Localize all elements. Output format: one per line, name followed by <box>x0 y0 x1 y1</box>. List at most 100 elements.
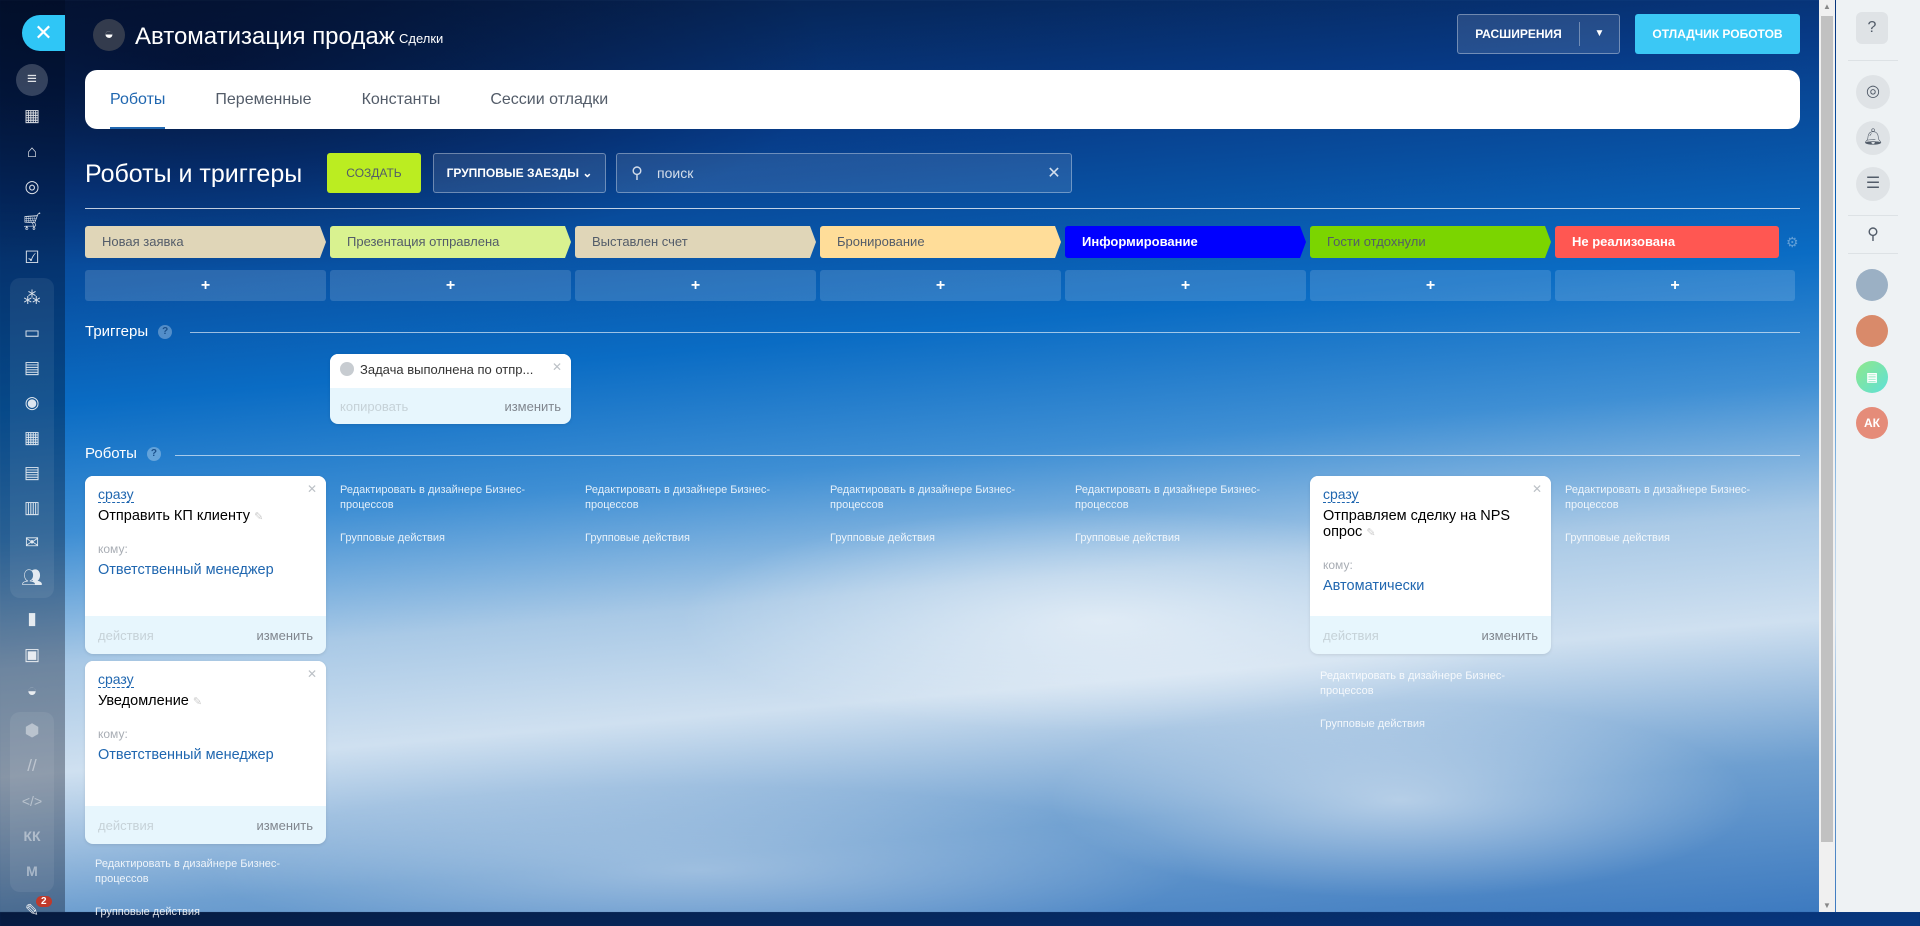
robot-timing-link[interactable]: сразу <box>98 671 134 688</box>
scroll-down-icon[interactable]: ▼ <box>1823 901 1831 910</box>
store-icon[interactable]: ⌂ <box>14 137 50 167</box>
slashes-icon[interactable]: // <box>14 751 50 781</box>
close-icon[interactable]: ✕ <box>1532 482 1542 496</box>
edit-in-designer-link[interactable]: Редактировать в дизайнере Бизнес-процесс… <box>830 483 1030 513</box>
add-robot-button[interactable]: + <box>330 270 571 301</box>
calendar-tasks-icon[interactable]: ▦ <box>14 101 50 131</box>
edit-link[interactable]: изменить <box>256 818 313 833</box>
stage-column-header[interactable]: Информирование <box>1065 226 1306 258</box>
users-icon[interactable]: 👥︎ <box>14 563 50 593</box>
app-kk[interactable]: КК <box>14 821 50 851</box>
add-robot-button[interactable]: + <box>1555 270 1795 301</box>
create-button[interactable]: СОЗДАТЬ <box>327 153 421 193</box>
chart-icon[interactable]: ▮ <box>14 604 50 634</box>
close-slider-button[interactable]: ✕ <box>22 15 65 51</box>
stage-column-header[interactable]: Новая заявка <box>85 226 326 258</box>
add-robot-button[interactable]: + <box>85 270 326 301</box>
mail-icon[interactable]: ✉ <box>14 528 50 558</box>
close-icon[interactable]: ✕ <box>552 360 562 374</box>
funnel-icon[interactable]: ≡ <box>16 64 48 96</box>
help-icon[interactable]: ? <box>146 446 161 461</box>
tab-debug-sessions[interactable]: Сессии отладки <box>490 70 608 129</box>
stage-column-header[interactable]: Бронирование <box>820 226 1061 258</box>
tab-constants[interactable]: Константы <box>362 70 441 129</box>
add-robot-button[interactable]: + <box>820 270 1061 301</box>
search-input[interactable] <box>657 165 1037 181</box>
inbox-icon[interactable]: ▥ <box>14 493 50 523</box>
avatar-initials[interactable]: АК <box>1856 407 1888 439</box>
robot-card[interactable]: ✕ сразу Отправить КП клиенту ✎ кому: Отв… <box>85 476 326 654</box>
stage-column-header[interactable]: Выставлен счет <box>575 226 816 258</box>
extensions-button[interactable]: РАСШИРЕНИЯ ▼ <box>1457 14 1620 54</box>
app-m[interactable]: М <box>14 856 50 886</box>
pencil-icon[interactable]: ✎ <box>1366 527 1375 539</box>
window-icon[interactable]: ▭ <box>14 318 50 348</box>
code-icon[interactable]: </> <box>14 786 50 816</box>
stage-column-header[interactable]: Не реализована <box>1555 226 1779 258</box>
group-actions-link[interactable]: Групповые действия <box>1320 717 1520 732</box>
pencil-icon[interactable]: ✎ <box>254 511 263 523</box>
help-icon[interactable]: ? <box>158 324 173 339</box>
search-icon[interactable]: ⚲ <box>1856 218 1890 252</box>
scroll-up-icon[interactable]: ▲ <box>1823 2 1831 11</box>
target-icon[interactable]: ◎ <box>14 172 50 202</box>
avatar[interactable] <box>1856 269 1888 301</box>
edit-link[interactable]: изменить <box>504 399 561 414</box>
messages-icon[interactable]: ☰ <box>1856 167 1890 201</box>
close-icon[interactable]: ✕ <box>307 667 317 681</box>
edit-in-designer-link[interactable]: Редактировать в дизайнере Бизнес-процесс… <box>1075 483 1275 513</box>
close-icon[interactable]: ✕ <box>307 482 317 496</box>
clear-search-icon[interactable]: ✕ <box>1037 163 1071 183</box>
copy-link[interactable]: копировать <box>340 399 408 414</box>
tab-variables[interactable]: Переменные <box>215 70 311 129</box>
edit-in-designer-link[interactable]: Редактировать в дизайнере Бизнес-процесс… <box>585 483 785 513</box>
group-actions-link[interactable]: Групповые действия <box>1565 531 1765 546</box>
robot-card[interactable]: ✕ сразу Отправляем сделку на NPS опрос ✎… <box>1310 476 1551 654</box>
actions-link[interactable]: действия <box>98 628 154 643</box>
edit-in-designer-link[interactable]: Редактировать в дизайнере Бизнес-процесс… <box>1320 669 1520 699</box>
news-app-icon[interactable]: ▤ <box>1856 361 1888 393</box>
actions-link[interactable]: действия <box>98 818 154 833</box>
gear-icon[interactable]: ⚙ <box>1786 234 1799 251</box>
edit-in-designer-link[interactable]: Редактировать в дизайнере Бизнес-процесс… <box>95 857 295 887</box>
robot-icon[interactable]: ◒ <box>14 676 50 706</box>
stage-column-header[interactable]: Гости отдохнули <box>1310 226 1551 258</box>
chat-icon[interactable]: ▤ <box>14 353 50 383</box>
calendar-icon[interactable]: ▦ <box>14 423 50 453</box>
document-icon[interactable]: ▤ <box>14 458 50 488</box>
group-actions-link[interactable]: Групповые действия <box>95 905 295 920</box>
edit-in-designer-link[interactable]: Редактировать в дизайнере Бизнес-процесс… <box>340 483 540 513</box>
avatar[interactable] <box>1856 315 1888 347</box>
add-robot-button[interactable]: + <box>575 270 816 301</box>
robot-timing-link[interactable]: сразу <box>1323 486 1359 503</box>
group-actions-link[interactable]: Групповые действия <box>585 531 785 546</box>
box-icon[interactable]: ⬢ <box>14 716 50 746</box>
pencil-icon[interactable]: ✎ <box>193 696 202 708</box>
group-runs-button[interactable]: ГРУППОВЫЕ ЗАЕЗДЫ ⌄ <box>433 153 606 193</box>
scrollbar[interactable]: ▲ ▼ <box>1819 0 1835 912</box>
group-actions-link[interactable]: Групповые действия <box>1075 531 1275 546</box>
group-actions-link[interactable]: Групповые действия <box>340 531 540 546</box>
robot-debugger-button[interactable]: ОТЛАДЧИК РОБОТОВ <box>1635 14 1800 54</box>
add-robot-button[interactable]: + <box>1310 270 1551 301</box>
chevron-down-icon[interactable]: ▼ <box>1579 22 1619 46</box>
contact-card-icon[interactable]: ▣ <box>14 640 50 670</box>
group-actions-link[interactable]: Групповые действия <box>830 531 1030 546</box>
trigger-card[interactable]: Задача выполнена по отпр... ✕ копировать… <box>330 354 571 424</box>
checklist-icon[interactable]: ☑ <box>14 243 50 273</box>
bell-icon[interactable]: 🔔︎ <box>1856 121 1890 155</box>
robot-card[interactable]: ✕ сразу Уведомление ✎ кому: Ответственны… <box>85 661 326 844</box>
robot-timing-link[interactable]: сразу <box>98 486 134 503</box>
scrollbar-thumb[interactable] <box>1821 16 1833 842</box>
edit-in-designer-link[interactable]: Редактировать в дизайнере Бизнес-процесс… <box>1565 483 1765 513</box>
stage-column-header[interactable]: Презентация отправлена <box>330 226 571 258</box>
help-icon[interactable]: ? <box>1856 12 1888 44</box>
tab-robots[interactable]: Роботы <box>110 70 166 129</box>
copilot-icon[interactable]: ◎ <box>1856 75 1890 109</box>
edit-link[interactable]: изменить <box>256 628 313 643</box>
actions-link[interactable]: действия <box>1323 628 1379 643</box>
cart-icon[interactable]: 🛒︎ <box>14 207 50 237</box>
edit-link[interactable]: изменить <box>1481 628 1538 643</box>
circle-icon[interactable]: ◉ <box>14 388 50 418</box>
network-icon[interactable]: ⁂ <box>14 283 50 313</box>
